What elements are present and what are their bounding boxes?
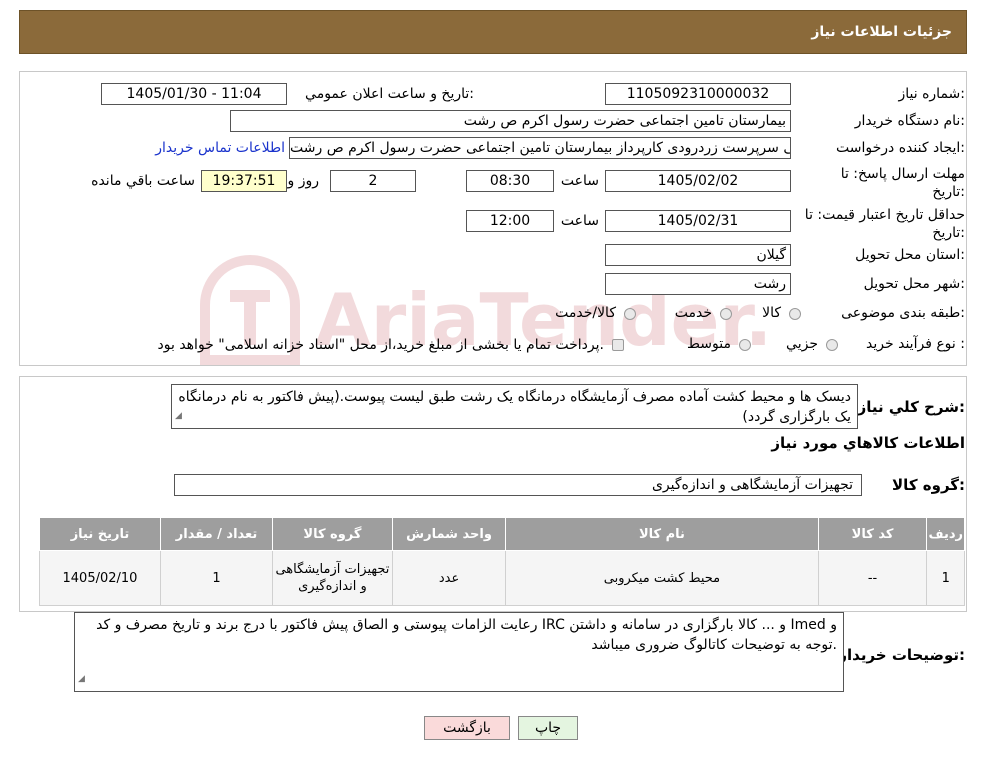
table-row: 1 -- محیط کشت میکروبی عدد تجهیزات آزمایش… <box>39 550 965 606</box>
goods-group-label: گروه کالا: <box>892 476 965 494</box>
col-unit: واحد شمارش <box>391 517 507 551</box>
page-header: جزئیات اطلاعات نیاز <box>19 10 967 54</box>
process-medium-radio[interactable] <box>739 339 751 351</box>
category-goods-label: کالا <box>762 305 781 321</box>
category-service-label: خدمت <box>674 305 712 321</box>
days-label: روز و <box>287 173 320 189</box>
buyer-contact-link[interactable]: اطلاعات تماس خريدار <box>155 140 285 156</box>
category-service-radio[interactable] <box>720 308 732 320</box>
process-partial-label: جزيي <box>786 336 818 352</box>
province-label: استان محل تحويل: <box>855 247 965 263</box>
cell-need-date: 1405/02/10 <box>39 550 161 606</box>
items-table-header: رديف کد کالا نام کالا واحد شمارش گروه کا… <box>39 517 965 551</box>
price-validity-label: حداقل تاريخ اعتبار قيمت: تا تاريخ: <box>805 206 965 242</box>
col-item-group: گروه کالا <box>272 517 393 551</box>
category-goods-service-radio[interactable] <box>624 308 636 320</box>
province-field: گيلان <box>605 244 791 266</box>
page-title: جزئیات اطلاعات نیاز <box>811 24 952 40</box>
col-row-number: رديف <box>926 517 965 551</box>
process-partial-radio[interactable] <box>826 339 838 351</box>
price-validity-label-line2: تاريخ: <box>932 225 965 241</box>
cell-unit: عدد <box>391 550 507 606</box>
remaining-days-field: 2 <box>330 170 416 192</box>
cell-item-code: -- <box>817 550 928 606</box>
description-label: شرح کلي نياز: <box>857 398 965 416</box>
announce-date-field: 1405/01/30 - 11:04 <box>101 83 287 105</box>
col-item-name: نام کالا <box>505 517 819 551</box>
requester-label: ايجاد کننده درخواست: <box>836 140 965 156</box>
deadline-date-field: 1405/02/02 <box>605 170 791 192</box>
category-label: طبقه بندی موضوعی: <box>841 305 965 321</box>
need-number-field: 1105092310000032 <box>605 83 791 105</box>
process-treasury-checkbox[interactable] <box>612 339 624 351</box>
buyer-notes-label: توضيحات خريدار: <box>838 646 965 664</box>
cell-quantity: 1 <box>159 550 274 606</box>
price-validity-time-label: ساعت <box>560 213 599 229</box>
buyer-notes-text-content: رعایت الزامات پیوستی و الصاق پیش فاکتور … <box>96 617 837 653</box>
remaining-time-label: ساعت باقي مانده <box>91 173 195 189</box>
col-need-date: تاريخ نياز <box>39 517 161 551</box>
description-text-content: دیسک ها و محیط کشت آماده مصرف آزمایشگاه … <box>178 389 851 425</box>
need-number-label: شماره نیاز: <box>898 86 965 102</box>
col-item-code: کد کالا <box>817 517 928 551</box>
process-treasury-note: پرداخت تمام يا بخشی از مبلغ خريد،از محل … <box>157 337 604 353</box>
city-field: رشت <box>605 273 791 295</box>
deadline-label: مهلت ارسال پاسخ: تا تاريخ: <box>841 165 965 201</box>
city-label: شهر محل تحويل: <box>863 276 965 292</box>
buyer-notes-text: رعایت الزامات پیوستی و الصاق پیش فاکتور … <box>74 612 844 692</box>
cell-row-number: 1 <box>926 550 965 606</box>
deadline-time-field: 08:30 <box>466 170 554 192</box>
resize-grip-icon: ◢ <box>175 411 182 421</box>
resize-grip-icon: ◢ <box>78 674 85 684</box>
buyer-org-field: بیمارستان تامین اجتماعی حضرت رسول اکرم ص… <box>230 110 791 132</box>
buyer-org-label: نام دستگاه خريدار: <box>854 113 965 129</box>
deadline-label-line2: تاريخ: <box>932 184 965 200</box>
goods-group-field: تجهیزات آزمایشگاهی و اندازه‌گیری <box>174 474 862 496</box>
category-goods-service-label: کالا/خدمت <box>555 305 616 321</box>
process-medium-label: متوسط <box>687 336 731 352</box>
deadline-label-line1: مهلت ارسال پاسخ: تا <box>840 166 965 182</box>
process-type-label: نوع فرآيند خريد : <box>866 336 965 352</box>
print-button[interactable]: چاپ <box>518 716 578 740</box>
price-validity-time-field: 12:00 <box>466 210 554 232</box>
cell-item-name: محیط کشت میکروبی <box>505 550 819 606</box>
col-quantity: تعداد / مقدار <box>159 517 274 551</box>
description-text: دیسک ها و محیط کشت آماده مصرف آزمایشگاه … <box>171 384 858 429</box>
announce-date-label: تاريخ و ساعت اعلان عمومي: <box>305 86 474 102</box>
requester-field: علی سرپرست زردرودی کارپرداز بیمارستان تا… <box>289 137 791 159</box>
items-table: رديف کد کالا نام کالا واحد شمارش گروه کا… <box>39 517 965 606</box>
price-validity-date-field: 1405/02/31 <box>605 210 791 232</box>
remaining-time-field: 19:37:51 <box>201 170 287 192</box>
back-button[interactable]: بازگشت <box>424 716 510 740</box>
goods-info-heading: اطلاعات کالاهاي مورد نياز <box>771 434 965 452</box>
deadline-time-label: ساعت <box>560 173 599 189</box>
cell-item-group: تجهیزات آزمایشگاهی و اندازه‌گیری <box>272 550 393 606</box>
category-goods-radio[interactable] <box>789 308 801 320</box>
price-validity-label-line1: حداقل تاريخ اعتبار قيمت: تا <box>804 207 965 223</box>
